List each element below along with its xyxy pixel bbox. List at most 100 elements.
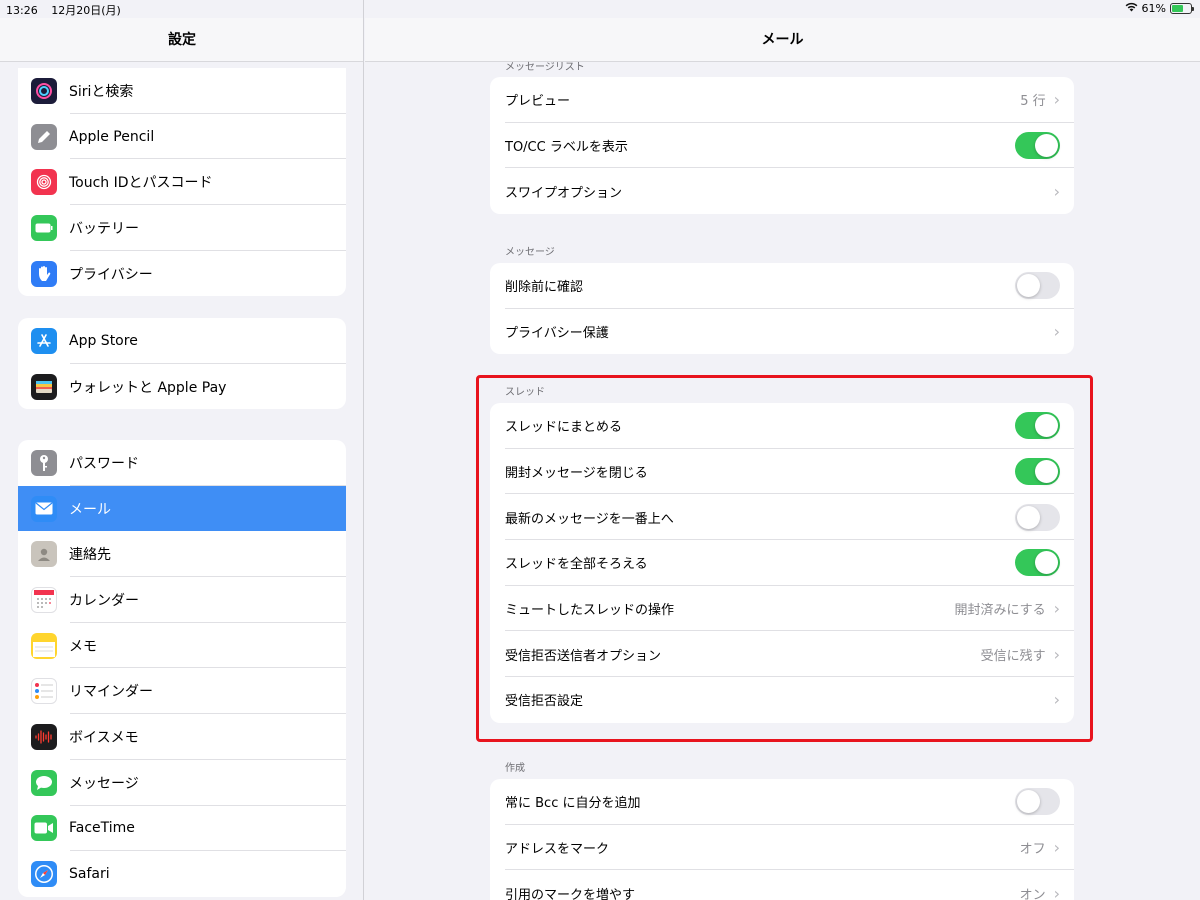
sidebar-group: Siriと検索 Apple Pencil Touch IDとパスコードバッテリープラ…: [18, 68, 346, 297]
wifi-icon: [1125, 2, 1138, 15]
toggle-switch[interactable]: [1015, 132, 1060, 160]
page-title: メール: [365, 18, 1200, 62]
settings-row-label: 開封メッセージを閉じる: [505, 466, 648, 482]
settings-row-value: オフ: [1019, 842, 1046, 858]
pencil-icon: [31, 123, 57, 150]
sidebar-item-appstore[interactable]: App Store: [18, 318, 346, 364]
main-panel: メール メッセージリスト プレビュー 5 行 › TO/CC ラベルを表示 スワイプオプシ…: [365, 0, 1200, 900]
section-header: メッセージ: [505, 247, 555, 258]
section-header: 作成: [505, 763, 525, 774]
settings-row[interactable]: 常に Bcc に自分を追加: [490, 779, 1074, 825]
status-time: 13:26: [6, 4, 38, 17]
settings-row[interactable]: 受信拒否送信者オプション 受信に残す ›: [490, 631, 1074, 677]
settings-row[interactable]: 削除前に確認: [490, 263, 1074, 309]
toggle-knob: [1035, 551, 1058, 575]
settings-row[interactable]: TO/CC ラベルを表示: [490, 123, 1074, 169]
chevron-right-icon: ›: [1053, 690, 1060, 710]
settings-row-label: 常に Bcc に自分を追加: [505, 796, 641, 812]
settings-row[interactable]: プライバシー保護 ›: [490, 309, 1074, 355]
sidebar-item-label: プライバシー: [69, 266, 153, 283]
sidebar-item-voicememo[interactable]: ボイスメモ: [18, 714, 346, 760]
sidebar-group: パスワードメール連絡先カレンダーメモリマインダーボイスメモメッセージ FaceTi…: [18, 440, 346, 897]
settings-row[interactable]: スレッドにまとめる: [490, 403, 1074, 449]
sidebar-item-label: メール: [69, 501, 111, 518]
sidebar-item-notes[interactable]: メモ: [18, 623, 346, 669]
sidebar-item-pencil[interactable]: Apple Pencil: [18, 114, 346, 160]
toggle-knob: [1017, 505, 1040, 529]
settings-row-label: 削除前に確認: [505, 280, 584, 296]
settings-row-value: 開封済みにする: [954, 603, 1046, 619]
notes-icon: [31, 632, 57, 659]
sidebar-item-safari[interactable]: Safari: [18, 851, 346, 897]
settings-row[interactable]: 引用のマークを増やす オン ›: [490, 870, 1074, 900]
settings-row[interactable]: 最新のメッセージを一番上へ: [490, 494, 1074, 540]
settings-row[interactable]: スワイプオプション ›: [490, 168, 1074, 214]
toggle-knob: [1035, 460, 1058, 484]
toggle-switch[interactable]: [1015, 412, 1060, 440]
settings-row-value: 受信に残す: [980, 648, 1046, 664]
toggle-knob: [1017, 790, 1040, 814]
settings-row[interactable]: プレビュー 5 行 ›: [490, 77, 1074, 123]
settings-row-label: 最新のメッセージを一番上へ: [505, 511, 674, 527]
sidebar-item-battery[interactable]: バッテリー: [18, 205, 346, 251]
sidebar-item-siri[interactable]: Siriと検索: [18, 68, 346, 114]
sidebar-item-label: ウォレットと Apple Pay: [69, 379, 227, 396]
toggle-switch[interactable]: [1015, 549, 1060, 577]
settings-row-label: ミュートしたスレッドの操作: [505, 603, 675, 619]
settings-row[interactable]: 開封メッセージを閉じる: [490, 449, 1074, 495]
battery-icon: [31, 214, 57, 241]
chevron-right-icon: ›: [1053, 599, 1060, 619]
sidebar-item-label: バッテリー: [69, 220, 139, 237]
status-date: 12月20日(月): [51, 4, 121, 17]
contacts-icon: [31, 541, 57, 568]
sidebar-item-wallet[interactable]: ウォレットと Apple Pay: [18, 364, 346, 410]
chevron-right-icon: ›: [1053, 883, 1060, 900]
sidebar-item-label: リマインダー: [69, 684, 153, 701]
settings-group: 常に Bcc に自分を追加 アドレスをマーク オフ › 引用のマークを増やす オン ›: [490, 779, 1074, 900]
status-right: 61%: [1125, 2, 1194, 15]
sidebar-item-contacts[interactable]: 連絡先: [18, 531, 346, 577]
sidebar-item-fingerprint[interactable]: Touch IDとパスコード: [18, 159, 346, 205]
sidebar-item-reminders[interactable]: リマインダー: [18, 668, 346, 714]
settings-row-label: スレッドを全部そろえる: [505, 557, 648, 573]
settings-row-label: 引用のマークを増やす: [505, 887, 636, 900]
toggle-switch[interactable]: [1015, 272, 1060, 300]
sidebar-item-calendar[interactable]: カレンダー: [18, 577, 346, 623]
settings-row[interactable]: ミュートしたスレッドの操作 開封済みにする ›: [490, 586, 1074, 632]
toggle-switch[interactable]: [1015, 788, 1060, 816]
toggle-switch[interactable]: [1015, 458, 1060, 486]
toggle-switch[interactable]: [1015, 503, 1060, 531]
siri-icon: [31, 77, 57, 104]
status-left: 13:26 12月20日(月): [6, 2, 131, 18]
hand-icon: [31, 260, 57, 287]
sidebar-item-hand[interactable]: プライバシー: [18, 251, 346, 297]
sidebar-item-messages[interactable]: メッセージ: [18, 760, 346, 806]
settings-row-value: 5 行: [1020, 94, 1046, 110]
chevron-right-icon: ›: [1053, 90, 1060, 110]
settings-group: 削除前に確認プライバシー保護 ›: [490, 263, 1074, 355]
sidebar-item-facetime[interactable]: FaceTime: [18, 806, 346, 852]
sidebar-item-label: メッセージ: [69, 775, 139, 792]
settings-group: スレッドにまとめる開封メッセージを閉じる最新のメッセージを一番上へ スレッドを全部…: [490, 403, 1074, 723]
settings-row-value: オン: [1019, 887, 1046, 900]
sidebar-item-label: Apple Pencil: [69, 128, 155, 145]
settings-row[interactable]: スレッドを全部そろえる: [490, 540, 1074, 586]
settings-row[interactable]: アドレスをマーク オフ ›: [490, 825, 1074, 871]
sidebar-item-mail[interactable]: メール: [18, 485, 346, 532]
section-header: メッセージリスト: [505, 62, 585, 73]
wallet-icon: [31, 373, 57, 400]
settings-row-label: 受信拒否送信者オプション: [505, 648, 662, 664]
sidebar-item-label: カレンダー: [69, 592, 139, 609]
fingerprint-icon: [31, 169, 57, 196]
settings-row-label: プライバシー保護: [505, 326, 609, 342]
messages-icon: [31, 769, 57, 796]
sidebar-item-key[interactable]: パスワード: [18, 440, 346, 486]
settings-row-label: スワイプオプション: [505, 185, 623, 201]
settings-row[interactable]: 受信拒否設定 ›: [490, 677, 1074, 723]
appstore-icon: [31, 327, 57, 354]
chevron-right-icon: ›: [1053, 838, 1060, 858]
sidebar-item-label: メモ: [69, 638, 97, 655]
settings-row-label: 受信拒否設定: [505, 694, 584, 710]
reminders-icon: [31, 678, 57, 705]
sidebar-item-label: App Store: [69, 332, 138, 349]
